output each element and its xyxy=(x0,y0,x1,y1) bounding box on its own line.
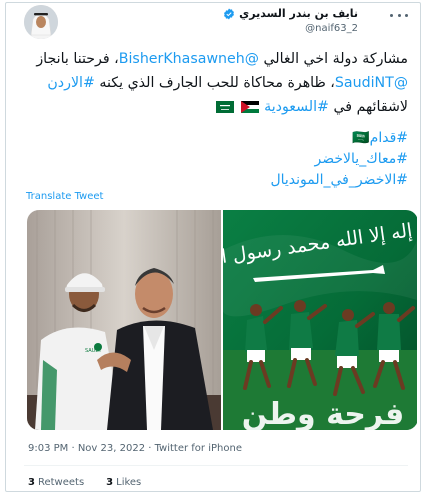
hashtag-saudi[interactable]: #السعودية xyxy=(264,99,329,115)
verified-icon xyxy=(224,8,235,19)
hashtag-list: #قدام🇸🇦 #معاك_يالاخضر #الاخضر_في_الموندي… xyxy=(22,128,408,191)
jordan-flag-icon xyxy=(240,101,259,113)
saudi-flag-icon xyxy=(216,101,235,113)
photo-two-men[interactable]: SAUDI xyxy=(27,210,221,430)
hashtag-2[interactable]: #معاك_يالاخضر xyxy=(22,149,408,170)
tweet-card: نايف بن بندر السديري @naif63_2 مشاركة دو… xyxy=(5,2,421,492)
more-icon[interactable] xyxy=(390,8,408,22)
tweet-timestamp[interactable]: 9:03 PM · Nov 23, 2022 · Twitter for iPh… xyxy=(28,443,242,454)
tweet-text: مشاركة دولة اخي الغالي @BisherKhasawneh،… xyxy=(36,51,408,115)
author-name[interactable]: نايف بن بندر السديري xyxy=(239,7,358,20)
media-grid: SAUDI إله إلا الله محمد رسول الله فرحة و… xyxy=(27,210,418,430)
likes-stat[interactable]: 3 Likes xyxy=(106,477,141,488)
divider xyxy=(24,465,408,466)
author-handle[interactable]: @naif63_2 xyxy=(305,23,358,34)
retweets-stat[interactable]: 3 Retweets xyxy=(28,477,84,488)
translate-tweet-link[interactable]: Translate Tweet xyxy=(26,191,103,202)
hashtag-3[interactable]: #الاخضر_في_المونديال xyxy=(22,170,408,191)
engagement-stats: 3 Retweets 3 Likes xyxy=(28,477,141,488)
mention-saudint[interactable]: @SaudiNT xyxy=(335,75,408,91)
svg-text:فرحة وطن: فرحة وطن xyxy=(242,397,404,430)
photo-saudi-flag-players[interactable]: لا إله إلا الله محمد رسول الله xyxy=(223,210,417,430)
mention-bisher[interactable]: @BisherKhasawneh xyxy=(119,51,259,67)
hashtag-1[interactable]: #قدام🇸🇦 xyxy=(22,128,408,149)
hashtag-jordan[interactable]: #الاردن xyxy=(47,75,95,91)
author-row: نايف بن بندر السديري xyxy=(223,7,358,20)
author-avatar[interactable] xyxy=(24,5,58,39)
